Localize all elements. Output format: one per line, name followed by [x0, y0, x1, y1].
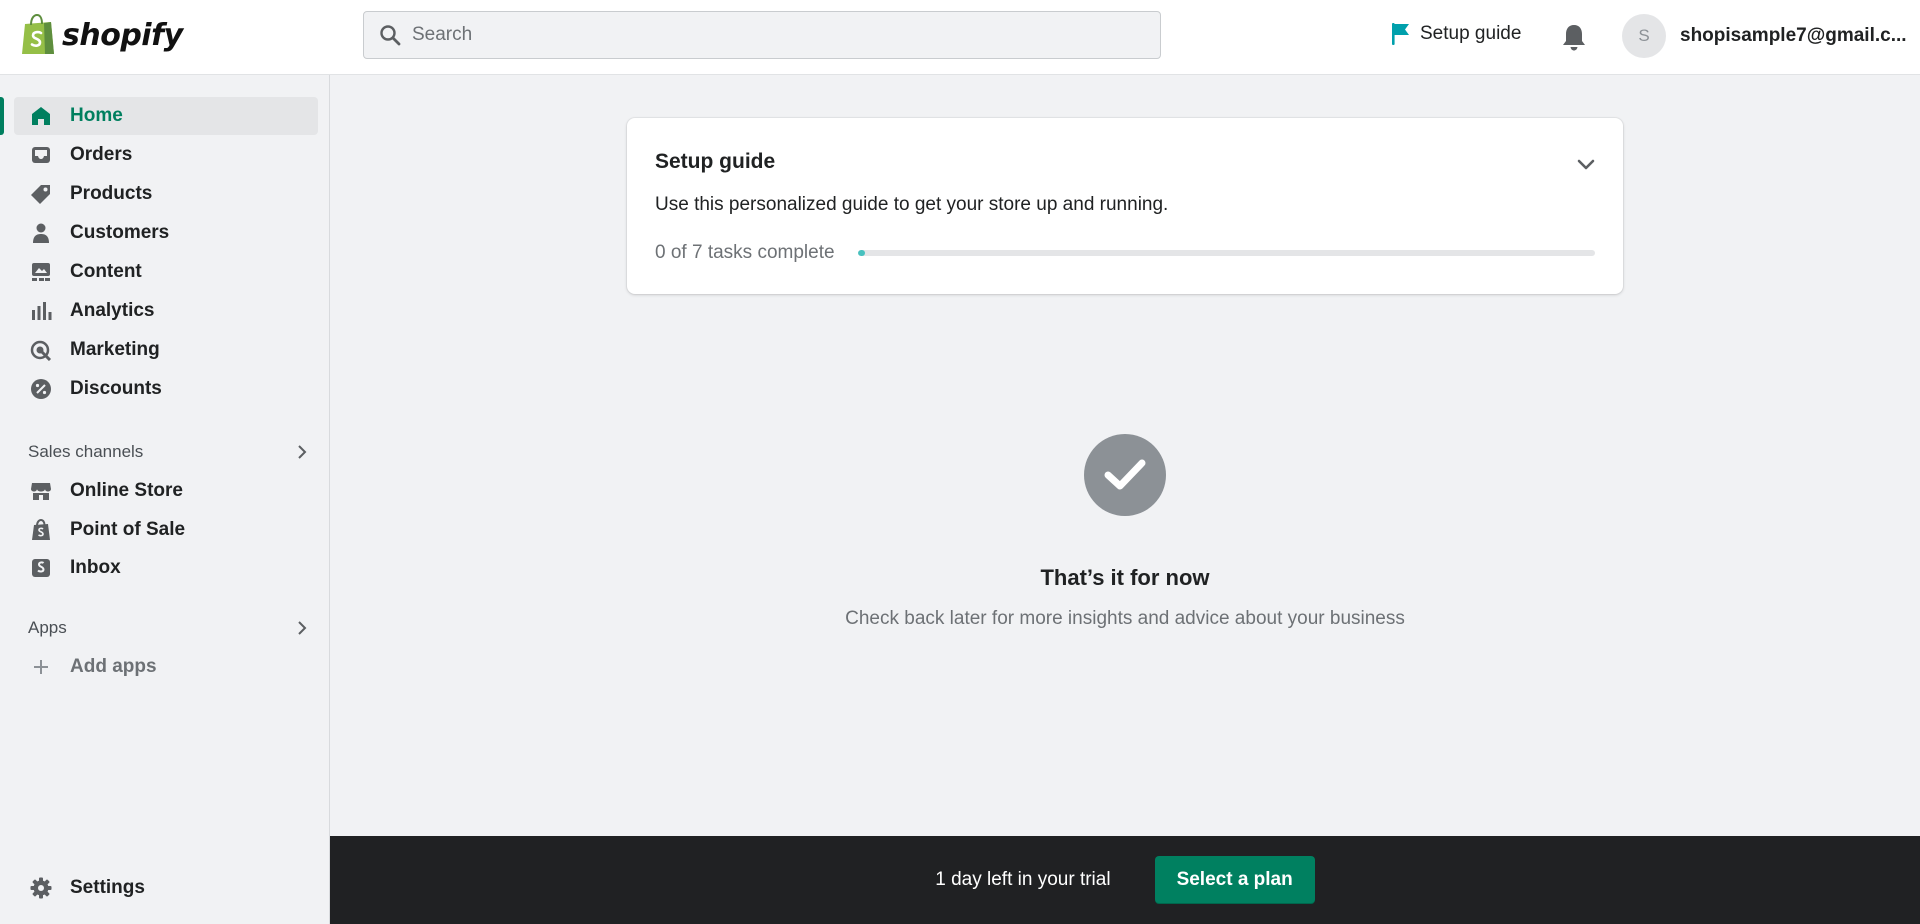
chevron-right-icon[interactable]	[296, 620, 308, 636]
sidebar-item-label: Customers	[70, 222, 170, 243]
apps-header[interactable]: Apps	[28, 618, 308, 638]
sidebar: Home Orders Products Customers Content A…	[0, 75, 330, 924]
discount-badge-icon	[30, 378, 52, 400]
target-icon	[30, 339, 52, 361]
sidebar-item-home[interactable]: Home	[0, 97, 318, 135]
sidebar-item-marketing[interactable]: Marketing	[14, 331, 318, 369]
sidebar-item-label: Products	[70, 183, 153, 204]
inbox-tray-icon	[30, 144, 52, 166]
bar-chart-icon	[30, 300, 52, 322]
chat-inbox-icon	[30, 557, 52, 579]
sidebar-item-customers[interactable]: Customers	[14, 214, 318, 252]
select-plan-button[interactable]: Select a plan	[1154, 856, 1315, 904]
search-input[interactable]	[412, 24, 1112, 46]
sidebar-item-point-of-sale[interactable]: Point of Sale	[14, 511, 318, 549]
empty-state-subtitle: Check back later for more insights and a…	[845, 608, 1405, 629]
gear-icon	[30, 877, 52, 899]
avatar: S	[1622, 14, 1666, 58]
setup-guide-card: Setup guide Use this personalized guide …	[627, 118, 1623, 294]
person-icon	[30, 222, 52, 244]
sidebar-item-label: Online Store	[70, 480, 183, 501]
sidebar-item-products[interactable]: Products	[14, 175, 318, 213]
setup-guide-description: Use this personalized guide to get your …	[655, 194, 1169, 215]
search-bar[interactable]	[363, 11, 1161, 59]
tasks-progress-fill	[858, 250, 866, 256]
sidebar-item-label: Home	[70, 105, 123, 126]
trial-days-text: 1 day left in your trial	[935, 869, 1111, 890]
tasks-progress-bar	[858, 250, 1595, 256]
trial-banner: 1 day left in your trial Select a plan	[330, 836, 1920, 924]
sidebar-item-inbox[interactable]: Inbox	[14, 549, 318, 587]
account-email: shopisample7@gmail.c...	[1680, 25, 1907, 46]
apps-title: Apps	[28, 618, 67, 637]
logo-wordmark: shopify	[62, 17, 183, 53]
setup-guide-button[interactable]: Setup guide	[1390, 22, 1521, 46]
sidebar-item-label: Point of Sale	[70, 519, 186, 540]
notifications-bell-icon[interactable]	[1560, 22, 1588, 52]
sidebar-item-label: Orders	[70, 144, 133, 165]
sidebar-item-analytics[interactable]: Analytics	[14, 292, 318, 330]
setup-guide-label: Setup guide	[1420, 23, 1522, 44]
sidebar-item-label: Analytics	[70, 300, 155, 321]
search-icon	[380, 25, 401, 46]
account-menu[interactable]: S shopisample7@gmail.c...	[1622, 14, 1907, 58]
image-gallery-icon	[30, 261, 52, 283]
add-apps-button[interactable]: Add apps	[14, 648, 318, 686]
sales-channels-header[interactable]: Sales channels	[28, 442, 308, 462]
flag-icon	[1392, 23, 1409, 45]
shopify-logo[interactable]: shopify	[20, 14, 183, 56]
tasks-progress-text: 0 of 7 tasks complete	[655, 242, 835, 263]
add-apps-label: Add apps	[70, 656, 157, 677]
setup-guide-title: Setup guide	[655, 150, 776, 173]
shopping-bag-logo-icon	[22, 14, 54, 54]
chevron-down-icon[interactable]	[1575, 154, 1597, 176]
sidebar-item-online-store[interactable]: Online Store	[14, 472, 318, 510]
chevron-right-icon[interactable]	[296, 444, 308, 460]
sidebar-item-discounts[interactable]: Discounts	[14, 370, 318, 408]
sidebar-item-label: Content	[70, 261, 142, 282]
top-bar: shopify Setup guide S shopisample7@gmail…	[0, 0, 1920, 75]
sidebar-item-label: Marketing	[70, 339, 160, 360]
check-circle-icon	[1084, 434, 1166, 516]
sidebar-item-settings[interactable]: Settings	[14, 869, 318, 907]
empty-state-title: That’s it for now	[1040, 565, 1210, 590]
sidebar-item-label: Discounts	[70, 378, 162, 399]
sidebar-item-content[interactable]: Content	[14, 253, 318, 291]
home-icon	[30, 105, 52, 127]
storefront-icon	[30, 480, 52, 502]
sidebar-item-orders[interactable]: Orders	[14, 136, 318, 174]
sidebar-item-label: Inbox	[70, 557, 121, 578]
pos-bag-icon	[30, 519, 52, 541]
plus-icon	[30, 656, 52, 678]
sidebar-item-label: Settings	[70, 877, 145, 898]
tag-icon	[30, 183, 52, 205]
sales-channels-title: Sales channels	[28, 442, 144, 461]
